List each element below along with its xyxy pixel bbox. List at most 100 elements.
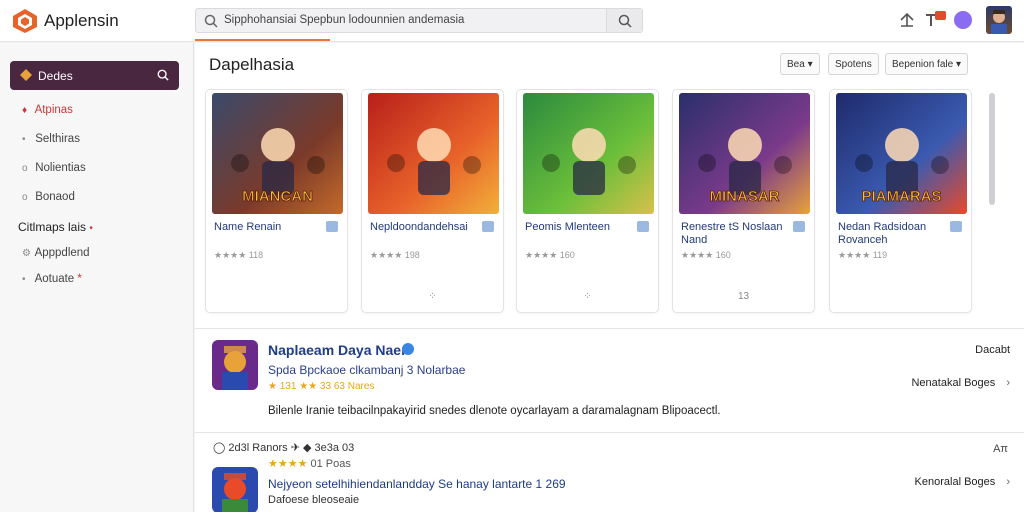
- app-thumbnail[interactable]: MINASAR: [679, 93, 810, 214]
- app-card-title[interactable]: Renestre tS Noslaan Nand: [681, 221, 791, 247]
- sidebar: Dedes ♦ Atpinas • Selthiras o Nolientias…: [0, 43, 194, 512]
- thumbnail-art-text: MINASAR: [710, 188, 780, 205]
- main-content: Dapelhasia Bea ▾ Spotens Bepenion fale ▾…: [195, 43, 1024, 512]
- search-bar[interactable]: Sipphohansiai Spepbun lodounnien andemas…: [195, 8, 643, 33]
- verified-icon: [950, 221, 962, 232]
- app-card-rating: ★★★★ 160: [525, 250, 575, 260]
- filter-dropdown-1[interactable]: Bea ▾: [780, 53, 820, 75]
- search-icon: [204, 14, 218, 28]
- search-input[interactable]: Sipphohansiai Spepbun lodounnien andemas…: [224, 14, 464, 26]
- verified-icon: [482, 221, 494, 232]
- sidebar-item-label: Aotuate: [34, 273, 75, 285]
- app-card-title[interactable]: Nedan Radsidoan Rovanceh: [838, 221, 948, 247]
- search-icon: [618, 14, 632, 28]
- featured-app-icon[interactable]: [212, 340, 258, 390]
- app-thumbnail[interactable]: PIAMARAS: [836, 93, 967, 214]
- chevron-right-icon: ›: [1006, 377, 1010, 389]
- sidebar-bullet-icon: •: [22, 134, 26, 145]
- list-item-subtitle: Dafoese bleoseaie: [268, 494, 360, 506]
- sidebar-section-title: Citlmaps lais •: [18, 220, 93, 234]
- list-item-right-label[interactable]: Aπ: [993, 443, 1008, 455]
- list-item-meta: ◯ 2d3l Ranors ✈ ◆ 3e3a 03: [213, 442, 355, 454]
- sidebar-bullet-icon: •: [22, 274, 26, 285]
- app-card-title[interactable]: Nepldoondandehsai: [370, 221, 480, 234]
- app-card[interactable]: Peomis Mlenteen ★★★★ 160 ⁘: [516, 89, 659, 313]
- list-item-app-icon[interactable]: [212, 467, 258, 512]
- featured-subtitle: Spda Bpckaoe clkambanj 3 Nolarbae: [268, 363, 466, 377]
- app-card-footer: ⁘: [428, 291, 437, 302]
- app-card-rating: ★★★★ 118: [214, 250, 264, 260]
- sidebar-bullet-icon: ♦: [22, 105, 28, 116]
- sidebar-item-selthiras[interactable]: • Selthiras: [22, 133, 80, 145]
- app-title: Applensin: [44, 11, 119, 30]
- diamond-icon: [20, 69, 32, 81]
- rating-count: 01 Poas: [310, 458, 351, 470]
- sidebar-item-label: Nolientias: [35, 162, 86, 174]
- sidebar-section-mark: •: [89, 223, 93, 234]
- featured-title[interactable]: Naplaeam Daya Naer: [268, 342, 407, 358]
- featured-link-label: Nenatakal Boges: [911, 377, 996, 389]
- app-card[interactable]: PIAMARAS Nedan Radsidoan Rovanceh ★★★★ 119: [829, 89, 972, 313]
- verified-icon: [793, 221, 805, 232]
- search-button[interactable]: [606, 9, 642, 32]
- app-card-rating: ★★★★ 119: [838, 250, 888, 260]
- app-card-rating: ★★★★ 198: [370, 250, 420, 260]
- app-logo-icon[interactable]: [12, 8, 38, 34]
- thumbnail-art-text: MIANCAN: [242, 188, 313, 205]
- section-divider: [195, 432, 1024, 433]
- verified-icon: [326, 221, 338, 232]
- thumbnail-art-text: PIAMARAS: [861, 188, 941, 205]
- top-bar: Applensin Sipphohansiai Spepbun lodounni…: [0, 0, 1024, 42]
- app-card-footer: ⁘: [583, 291, 592, 302]
- app-thumbnail[interactable]: [368, 93, 499, 214]
- list-item-title[interactable]: Nejyeon setelhihiendanlandday Se hanay l…: [268, 477, 566, 491]
- filter-dropdown-3[interactable]: Bepenion fale ▾: [885, 53, 968, 75]
- user-avatar[interactable]: [986, 6, 1012, 34]
- notification-badge: [935, 11, 946, 20]
- sidebar-item-atpinas[interactable]: ♦ Atpinas: [22, 104, 73, 116]
- section-title: Dapelhasia: [209, 55, 295, 74]
- app-thumbnail[interactable]: MIANCAN: [212, 93, 343, 214]
- featured-description: Bilenle Iranie teibacilnpakayirid snedes…: [268, 405, 721, 417]
- sidebar-bullet-icon: o: [22, 163, 28, 174]
- app-card[interactable]: MIANCAN Name Renain ★★★★ 118: [205, 89, 348, 313]
- sidebar-item-label: Atpinas: [34, 104, 73, 116]
- sidebar-item-label: Apppdlend: [34, 247, 90, 259]
- search-focus-underline: [195, 39, 330, 41]
- app-thumbnail[interactable]: [523, 93, 654, 214]
- app-card[interactable]: MINASAR Renestre tS Noslaan Nand ★★★★ 160 1…: [672, 89, 815, 313]
- sidebar-section-label: Citlmaps lais: [18, 220, 87, 234]
- featured-link[interactable]: Nenatakal Boges ›: [911, 377, 1010, 389]
- filter-button-2[interactable]: Spotens: [828, 53, 879, 75]
- app-card-footer: 13: [737, 291, 750, 302]
- sidebar-header[interactable]: Dedes: [10, 61, 179, 90]
- scrollbar[interactable]: [989, 93, 995, 205]
- section-divider: [195, 328, 1024, 329]
- app-card-title[interactable]: Name Renain: [214, 221, 324, 234]
- list-item-link-label: Kenoralal Boges: [914, 476, 996, 488]
- gear-icon: ⚙: [22, 248, 31, 259]
- app-card-title[interactable]: Peomis Mlenteen: [525, 221, 635, 234]
- search-icon[interactable]: [157, 69, 169, 81]
- featured-rating: ★ 131 ★★ 33 63 Nares: [268, 381, 374, 392]
- sidebar-header-label: Dedes: [38, 69, 73, 83]
- featured-right-label[interactable]: Dacabt: [975, 344, 1010, 356]
- sidebar-item-label: Bonaod: [35, 191, 75, 203]
- upload-icon[interactable]: [898, 11, 916, 29]
- rating-stars: ★★★★: [268, 458, 308, 470]
- settings-icon[interactable]: [954, 11, 972, 29]
- list-item-rating: ★★★★ 01 Poas: [268, 457, 351, 470]
- sidebar-item-nolientias[interactable]: o Nolientias: [22, 162, 86, 174]
- sidebar-item-bonaod[interactable]: o Bonaod: [22, 191, 75, 203]
- sidebar-item-mark: *: [77, 273, 82, 285]
- app-card[interactable]: Nepldoondandehsai ★★★★ 198 ⁘: [361, 89, 504, 313]
- verified-icon: [637, 221, 649, 232]
- sidebar-item-aotuate[interactable]: • Aotuate *: [22, 273, 82, 285]
- chevron-right-icon: ›: [1006, 476, 1010, 488]
- sidebar-item-apppdlend[interactable]: ⚙ Apppdlend: [22, 247, 90, 259]
- featured-rating-text: ★ 131 ★★ 33 63 Nares: [268, 381, 375, 392]
- list-item-link[interactable]: Kenoralal Boges ›: [915, 476, 1010, 488]
- verified-icon: [402, 343, 414, 355]
- sidebar-bullet-icon: o: [22, 192, 28, 203]
- app-card-rating: ★★★★ 160: [681, 250, 731, 260]
